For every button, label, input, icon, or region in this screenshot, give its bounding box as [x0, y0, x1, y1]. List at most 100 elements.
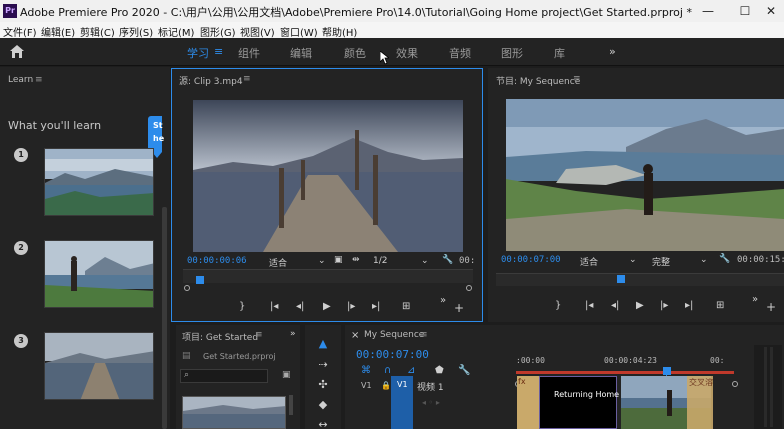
ruler-label: 00: [710, 356, 725, 365]
lesson-thumbnail-dock[interactable] [44, 332, 154, 400]
program-video-frame[interactable] [506, 99, 784, 251]
menu-edit[interactable]: 编辑(E) [41, 24, 75, 39]
menu-file[interactable]: 文件(F) [3, 24, 37, 39]
menu-clip[interactable]: 剪辑(C) [80, 24, 115, 39]
safe-margins-icon[interactable]: ▣ [334, 255, 343, 265]
workspace-tab-audio[interactable]: 音频 [449, 45, 471, 61]
source-play-button[interactable]: ▶ [323, 301, 331, 312]
source-add-button-icon[interactable]: + [454, 301, 464, 315]
title-bar: Pr Adobe Premiere Pro 2020 - C:\用户\公用\公用… [0, 0, 784, 22]
workspace-tab-learn[interactable]: 学习 [187, 45, 209, 61]
source-video-frame[interactable] [193, 100, 463, 252]
lesson-thumbnail-lake[interactable] [44, 148, 154, 216]
program-play-button[interactable]: ▶ [636, 300, 644, 311]
source-resolution-dropdown[interactable]: 1/2 [373, 256, 387, 266]
selection-tool-icon[interactable]: ▲ [314, 336, 332, 352]
program-playhead[interactable] [617, 275, 625, 283]
program-step-forward-icon[interactable]: |▸ [660, 300, 668, 311]
snap-icon[interactable]: ⌘ [361, 365, 371, 376]
source-more-controls-icon[interactable]: » [440, 295, 446, 306]
timeline-close-icon[interactable]: × [351, 330, 359, 341]
lesson-thumbnail-person[interactable] [44, 240, 154, 308]
workspace-tab-libraries[interactable]: 库 [554, 45, 565, 61]
menu-view[interactable]: 视图(V) [240, 24, 275, 39]
program-time-ruler[interactable] [496, 273, 784, 286]
workspace-tab-graphics[interactable]: 图形 [501, 45, 523, 61]
workspace-tab-assembly[interactable]: 组件 [238, 45, 260, 61]
program-mark-in-icon[interactable]: } [555, 300, 561, 311]
track-v1-source-label[interactable]: V1 [361, 381, 372, 390]
program-panel-menu-icon[interactable]: ≡ [573, 74, 581, 84]
program-timecode[interactable]: 00:00:07:00 [501, 255, 561, 265]
add-marker-icon[interactable]: ⊿ [407, 365, 415, 376]
source-settings-wrench-icon[interactable]: 🔧 [442, 255, 453, 265]
render-bar [516, 371, 734, 374]
program-go-to-out-icon[interactable]: ▸| [685, 300, 693, 311]
source-timecode[interactable]: 00:00:00:06 [187, 256, 247, 266]
clip-title-returning-home[interactable]: Returning Home [539, 376, 619, 429]
menu-marker[interactable]: 标记(M) [158, 24, 194, 39]
new-bin-icon[interactable]: ▣ [282, 370, 291, 380]
program-step-back-icon[interactable]: ◂| [611, 300, 619, 311]
learn-scrollbar[interactable] [162, 207, 167, 429]
ripple-edit-tool-icon[interactable]: ✣ [314, 377, 332, 393]
minimize-button[interactable]: — [693, 0, 723, 22]
menu-graphics[interactable]: 图形(G) [200, 24, 236, 39]
learn-tooltip[interactable]: St he [148, 116, 164, 152]
source-playhead[interactable] [196, 276, 204, 284]
insert-icon[interactable]: ⊞ [402, 301, 410, 312]
workspace-more-button[interactable]: » [609, 45, 616, 58]
keyframe-nav-icon[interactable]: ◂ ◦ ▸ [422, 398, 440, 407]
window-title: Adobe Premiere Pro 2020 - C:\用户\公用\公用文档\… [20, 6, 692, 19]
project-panel-menu-icon[interactable]: ≡ [255, 330, 263, 340]
timeline-settings-icon[interactable]: 🔧 [458, 365, 470, 376]
step-back-icon[interactable]: ◂| [296, 301, 304, 312]
linked-selection-icon[interactable]: ∩ [384, 365, 391, 376]
workspace-tab-effects[interactable]: 效果 [396, 45, 418, 61]
mark-in-icon[interactable]: } [239, 301, 245, 312]
timeline-zoom-handle-right[interactable] [732, 381, 738, 387]
program-fit-dropdown[interactable]: 适合 [580, 255, 598, 268]
clip-transition-gold[interactable]: fx [517, 376, 539, 429]
timeline-panel-menu-icon[interactable]: ≡ [420, 330, 428, 340]
premiere-app: Pr Adobe Premiere Pro 2020 - C:\用户\公用\公用… [0, 0, 784, 429]
marker-icon[interactable]: ⬟ [435, 365, 444, 376]
lift-icon[interactable]: ⊞ [716, 300, 724, 311]
menu-sequence[interactable]: 序列(S) [119, 24, 153, 39]
program-settings-wrench-icon[interactable]: 🔧 [719, 254, 730, 264]
program-more-controls-icon[interactable]: » [752, 294, 758, 305]
go-to-out-icon[interactable]: ▸| [372, 301, 380, 312]
project-clip-thumbnail[interactable] [182, 396, 286, 429]
track-lock-icon[interactable]: 🔒 [381, 381, 391, 390]
workspace-tab-color[interactable]: 颜色 [344, 45, 366, 61]
close-button[interactable]: ✕ [756, 0, 784, 22]
program-go-to-in-icon[interactable]: |◂ [585, 300, 593, 311]
marker-nav-icon[interactable]: ⇹ [352, 255, 360, 265]
menu-help[interactable]: 帮助(H) [322, 24, 357, 39]
timeline-playhead[interactable] [663, 367, 671, 375]
go-to-in-icon[interactable]: |◂ [270, 301, 278, 312]
program-add-button-icon[interactable]: + [766, 300, 776, 314]
step-forward-icon[interactable]: |▸ [347, 301, 355, 312]
source-panel-menu-icon[interactable]: ≡ [243, 74, 251, 84]
project-scrollbar[interactable] [289, 395, 293, 415]
home-icon[interactable] [10, 45, 24, 58]
track-v1-target[interactable]: V1 [391, 376, 413, 429]
razor-tool-icon[interactable]: ◆ [314, 397, 332, 413]
program-quality-dropdown[interactable]: 完整 [652, 255, 670, 268]
project-more-icon[interactable]: » [290, 329, 296, 339]
timeline-timecode[interactable]: 00:00:07:00 [356, 348, 429, 361]
source-zoom-handle-right[interactable] [466, 285, 472, 291]
source-zoom-handle-left[interactable] [184, 285, 190, 291]
project-panel: 项目: Get Started ≡ » ▤ Get Started.prproj… [176, 325, 300, 429]
project-search-input[interactable]: ⌕ [180, 369, 268, 383]
clip-cross-dissolve[interactable]: 交叉溶 [687, 376, 713, 429]
workspace-tab-editing[interactable]: 编辑 [290, 45, 312, 61]
slip-tool-icon[interactable]: ↔ [314, 417, 332, 429]
learn-panel-menu-icon[interactable]: ≡ [35, 75, 43, 85]
menu-window[interactable]: 窗口(W) [280, 24, 318, 39]
workspace-menu-icon[interactable]: ≡ [214, 45, 223, 58]
source-fit-dropdown[interactable]: 适合 [269, 256, 287, 269]
track-select-tool-icon[interactable]: ⇢ [314, 357, 332, 373]
source-time-ruler[interactable] [183, 269, 473, 283]
